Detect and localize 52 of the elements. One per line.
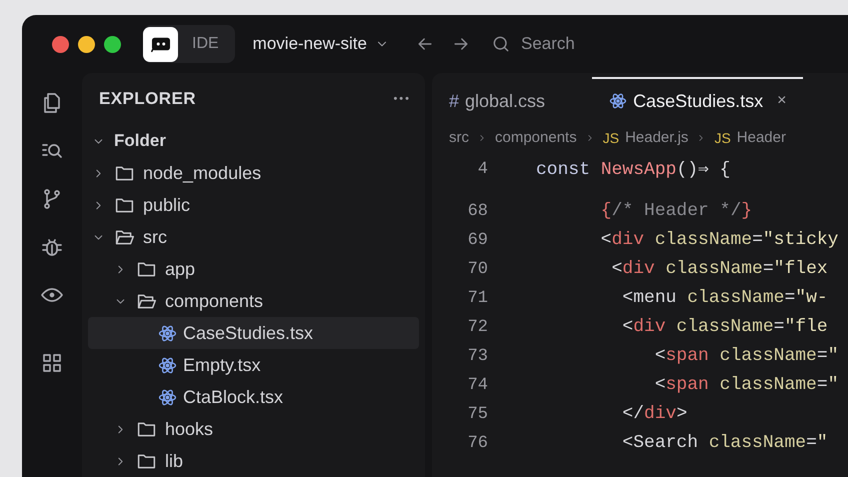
tree-item[interactable]: app (88, 253, 419, 285)
maximize-button[interactable] (104, 36, 121, 52)
code-line: <menu className="w- (621, 287, 828, 310)
editor-tab[interactable]: CaseStudies.tsx × (592, 77, 804, 123)
tree-item[interactable]: hooks (88, 413, 419, 445)
line-number: 75 (466, 404, 488, 426)
breadcrumb-item[interactable]: components (495, 126, 577, 150)
app-switcher[interactable]: IDE (143, 25, 235, 63)
project-dropdown[interactable]: movie-new-site (252, 31, 389, 57)
code-line: <div className="fle (621, 316, 828, 339)
line-number: 76 (466, 432, 488, 455)
breadcrumb-item[interactable]: src (449, 126, 469, 150)
search-icon (490, 34, 511, 54)
tree-item[interactable]: public (88, 189, 419, 221)
tree-item[interactable]: src (88, 221, 419, 253)
line-number: 72 (466, 316, 488, 339)
more-button[interactable]: ••• (393, 90, 411, 108)
editor-tab[interactable]: # global.css (432, 77, 562, 123)
atom-icon (158, 324, 177, 342)
search-field[interactable]: Search (520, 31, 671, 57)
code-line: <div className="sticky (600, 229, 838, 252)
tree-item[interactable]: node_modules (88, 157, 419, 189)
close-button[interactable] (52, 36, 69, 52)
line-number: 74 (466, 374, 488, 397)
close-tab-icon[interactable]: × (777, 89, 786, 113)
breadcrumb-item[interactable]: JS Header (714, 126, 786, 150)
line-number: 68 (466, 200, 488, 223)
code-line: {/* Header */} (600, 200, 752, 223)
code-line: <Search className=" (621, 432, 828, 455)
tree-item[interactable]: Empty.tsx (88, 349, 419, 381)
line-number: 69 (466, 230, 488, 252)
code-line: <div className="flex (610, 258, 828, 281)
atom-icon (609, 92, 628, 110)
tree-item[interactable]: lib (88, 445, 419, 477)
tree-item[interactable]: CaseStudies.tsx (88, 317, 419, 349)
line-number: 73 (466, 346, 488, 368)
grid-icon (40, 351, 64, 375)
line-number: 71 (466, 288, 488, 310)
tree-item[interactable]: CtaBlock.tsx (88, 381, 419, 413)
code-line: <span className=" (654, 374, 838, 397)
code-line: <span className=" (654, 345, 838, 368)
atom-icon (158, 356, 177, 374)
line-number: 4 (476, 159, 488, 182)
atom-icon (158, 388, 177, 406)
line-number: 70 (466, 258, 488, 281)
code-line: const NewsApp()⇒ { (536, 158, 730, 182)
code-line: </div> (621, 403, 688, 426)
tree-item[interactable]: Folder (88, 125, 419, 157)
minimize-button[interactable] (78, 36, 95, 52)
tree-item[interactable]: components (88, 285, 419, 317)
breadcrumb-item[interactable]: JS Header.js (602, 126, 688, 150)
explorer-title: EXPLORER (99, 88, 196, 110)
